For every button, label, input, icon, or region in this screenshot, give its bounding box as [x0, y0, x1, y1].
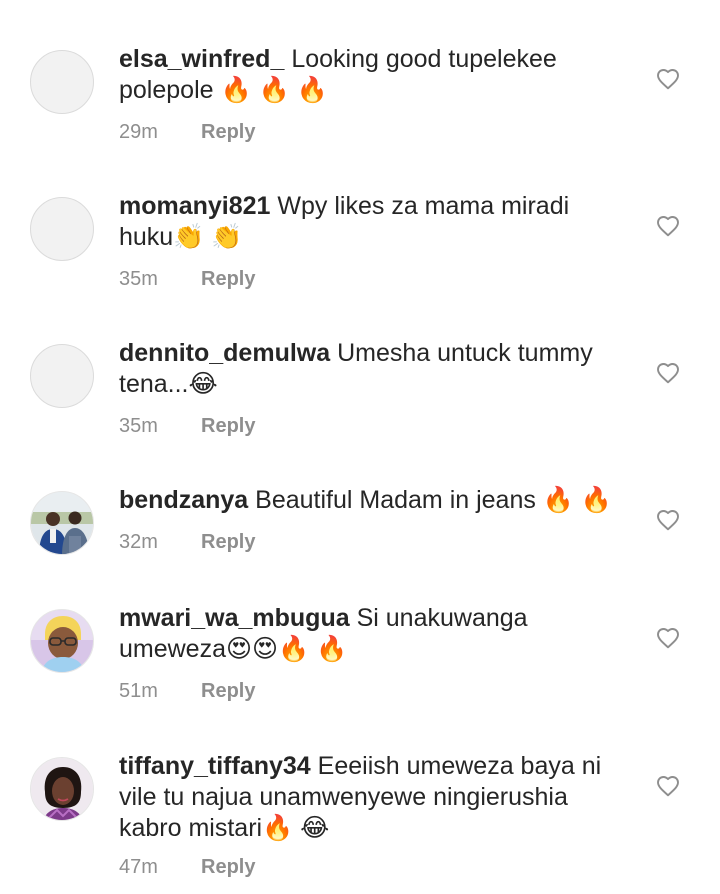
comment-body: momanyi821 Wpy likes za mama miradi huku…	[119, 191, 619, 253]
comment-time: 47m	[119, 856, 158, 878]
comment-body: tiffany_tiffany34 Eeeiish umeweza baya n…	[119, 751, 619, 844]
comment-body: mwari_wa_mbugua Si unakuwanga umeweza😍😍🔥…	[119, 603, 619, 665]
comment-meta: 35m Reply	[119, 267, 255, 291]
reply-button[interactable]: Reply	[201, 680, 255, 702]
reply-button[interactable]: Reply	[201, 531, 255, 553]
comment-time: 29m	[119, 121, 158, 143]
comment-meta: 47m Reply	[119, 855, 255, 879]
comment-time: 35m	[119, 268, 158, 290]
comment-meta: 51m Reply	[119, 679, 255, 703]
comment-username[interactable]: bendzanya	[119, 486, 248, 514]
comment-meta: 32m Reply	[119, 530, 255, 554]
comment-text: Beautiful Madam in jeans 🔥 🔥	[255, 486, 613, 514]
comment-username[interactable]: tiffany_tiffany34	[119, 752, 311, 780]
reply-button[interactable]: Reply	[201, 268, 255, 290]
avatar[interactable]	[30, 609, 94, 673]
reply-button[interactable]: Reply	[201, 856, 255, 878]
comment-time: 32m	[119, 531, 158, 553]
comment-meta: 29m Reply	[119, 120, 255, 144]
comment-username[interactable]: dennito_demulwa	[119, 339, 330, 367]
avatar[interactable]	[30, 491, 94, 555]
heart-outline-icon[interactable]	[656, 509, 680, 531]
comment-time: 35m	[119, 415, 158, 437]
comment-meta: 35m Reply	[119, 414, 255, 438]
reply-button[interactable]: Reply	[201, 415, 255, 437]
heart-outline-icon[interactable]	[656, 215, 680, 237]
comment-time: 51m	[119, 680, 158, 702]
avatar-photo	[31, 492, 93, 554]
comment-username[interactable]: mwari_wa_mbugua	[119, 604, 350, 632]
comment-username[interactable]: momanyi821	[119, 192, 270, 220]
heart-outline-icon[interactable]	[656, 627, 680, 649]
avatar-photo	[31, 610, 93, 672]
heart-outline-icon[interactable]	[656, 362, 680, 384]
comment-body: bendzanya Beautiful Madam in jeans 🔥 🔥	[119, 485, 619, 516]
avatar[interactable]	[30, 50, 94, 114]
avatar[interactable]	[30, 757, 94, 821]
comment-username[interactable]: elsa_winfred_	[119, 45, 284, 73]
reply-button[interactable]: Reply	[201, 121, 255, 143]
comment-body: elsa_winfred_ Looking good tupelekee pol…	[119, 44, 619, 106]
avatar[interactable]	[30, 197, 94, 261]
heart-outline-icon[interactable]	[656, 68, 680, 90]
avatar[interactable]	[30, 344, 94, 408]
heart-outline-icon[interactable]	[656, 775, 680, 797]
avatar-photo	[31, 758, 93, 820]
comment-body: dennito_demulwa Umesha untuck tummy tena…	[119, 338, 619, 400]
